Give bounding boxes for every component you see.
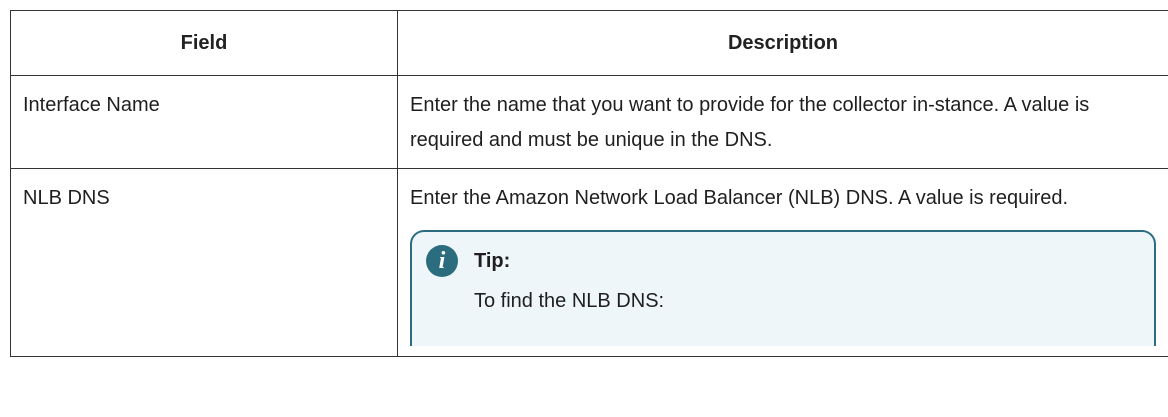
info-icon: i — [426, 245, 458, 277]
description-text: Enter the Amazon Network Load Balancer (… — [410, 187, 1069, 209]
tip-title: Tip: — [474, 249, 511, 272]
description-column-header: Description — [397, 10, 1168, 76]
field-column-header: Field — [10, 10, 398, 76]
tip-text: To find the NLB DNS: — [474, 290, 665, 312]
table-row: NLB DNS Enter the Amazon Network Load Ba… — [10, 168, 1168, 357]
field-cell: Interface Name — [10, 75, 398, 169]
description-cell: Enter the Amazon Network Load Balancer (… — [397, 168, 1168, 357]
description-cell: Enter the name that you want to provide … — [397, 75, 1168, 169]
field-description-table: Field Description Interface Name Enter t… — [10, 10, 1168, 357]
table-row: Interface Name Enter the name that you w… — [10, 75, 1168, 169]
tip-header: i Tip: — [426, 244, 1140, 278]
table-header-row: Field Description — [10, 10, 1168, 76]
field-cell: NLB DNS — [10, 168, 398, 357]
tip-callout: i Tip: To find the NLB DNS: — [410, 230, 1156, 346]
